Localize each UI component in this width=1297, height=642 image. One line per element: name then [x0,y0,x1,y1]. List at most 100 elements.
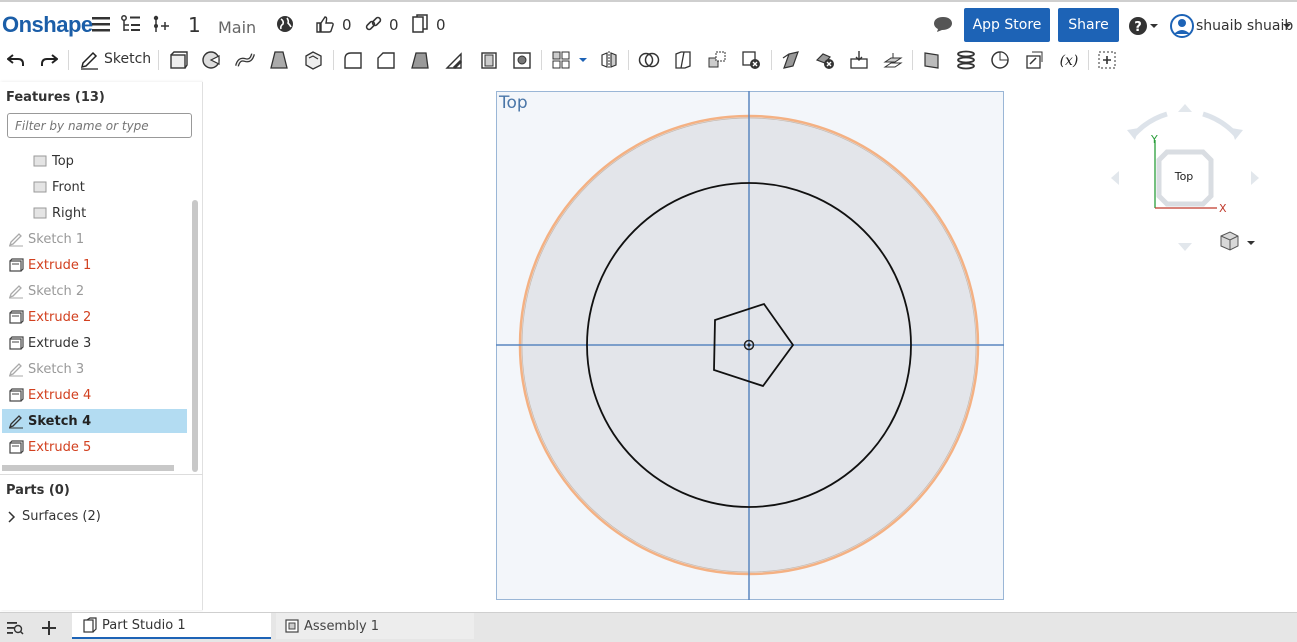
redo-icon[interactable] [38,49,60,71]
feature-row-right[interactable]: Right [2,201,187,225]
sketch-button-label[interactable]: Sketch [104,51,151,67]
axis-y-label: Y [1150,133,1158,146]
axis-x-label: X [1219,202,1227,215]
chamfer-icon[interactable] [375,49,397,71]
feature-list-horizontal-scrollbar[interactable] [2,465,174,471]
copy-icon[interactable] [410,14,430,34]
import-derived-icon[interactable] [1023,49,1045,71]
link-icon[interactable] [364,14,384,34]
feature-label: Extrude 3 [28,335,92,351]
origin-dot [747,343,751,347]
feature-row-extrude-4[interactable]: Extrude 4 [2,383,187,407]
feature-label: Extrude 1 [28,257,92,273]
plane-icon [32,205,48,221]
rotate-arc-right-icon[interactable] [1202,111,1239,138]
onshape-logo[interactable]: Onshape [2,12,93,38]
feature-row-extrude-2[interactable]: Extrude 2 [2,305,187,329]
feature-row-sketch-3[interactable]: Sketch 3 [2,357,187,381]
view-down-icon[interactable] [1178,243,1192,251]
feature-label: Extrude 5 [28,439,92,455]
variable-icon[interactable]: (x) [1056,49,1082,71]
chevron-right-icon[interactable] [8,510,16,523]
mirror-icon[interactable] [598,49,620,71]
pattern-icon[interactable] [550,49,572,71]
tab-manager-icon[interactable] [4,617,26,639]
sketch-icon [8,231,24,247]
view-up-icon[interactable] [1178,104,1192,112]
share-button[interactable]: Share [1058,8,1119,42]
sketch-geometry[interactable] [496,91,1004,600]
feature-row-sketch-4[interactable]: Sketch 4 [2,409,187,433]
avatar[interactable] [1170,14,1194,38]
feature-row-sketch-2[interactable]: Sketch 2 [2,279,187,303]
shell-icon[interactable] [478,49,500,71]
add-tab-icon[interactable] [38,617,60,639]
transform-icon[interactable] [706,49,728,71]
fillet-icon[interactable] [342,49,364,71]
help-icon[interactable]: ? [1127,16,1159,36]
view-options-cube-icon[interactable] [1220,231,1255,251]
boolean-icon[interactable] [638,49,660,71]
plane-icon [32,153,48,169]
revolve-icon[interactable] [200,49,222,71]
feature-row-top[interactable]: Top [2,149,187,173]
split-icon[interactable] [672,49,694,71]
tab-part-studio-1[interactable]: Part Studio 1 [72,613,271,639]
feature-label: Extrude 2 [28,309,92,325]
feature-row-sketch-1[interactable]: Sketch 1 [2,227,187,251]
sketch-pencil-icon[interactable] [78,49,100,71]
tab-label: Assembly 1 [304,618,380,634]
app-store-button[interactable]: App Store [964,8,1050,42]
draft-icon[interactable] [409,49,431,71]
chevron-down-icon[interactable] [1280,16,1294,36]
like-icon[interactable] [315,14,335,34]
svg-text:(x): (x) [1060,53,1079,69]
feature-list-scrollbar[interactable] [192,200,198,472]
surfaces-group[interactable]: Surfaces (2) [8,509,101,524]
like-count: 0 [342,16,352,34]
move-face-icon[interactable] [780,49,802,71]
view-left-icon[interactable] [1111,171,1119,185]
branch-name[interactable]: Main [218,18,256,37]
offset-surface-icon[interactable] [882,49,904,71]
feature-panel: Features (13) Top Front Right Sketch 1 E… [0,82,203,610]
feature-label: Sketch 1 [28,231,85,247]
feature-row-extrude-5[interactable]: Extrude 5 [2,435,187,459]
pattern-dropdown-icon[interactable] [576,49,590,71]
top-bar: Onshape 1 Main 0 0 0 App Store Share ? s… [0,0,1297,46]
sweep-icon[interactable] [234,49,256,71]
mate-connector-icon[interactable] [989,49,1011,71]
toolbar-divider [912,50,913,70]
replace-face-icon[interactable] [848,49,870,71]
thicken-icon[interactable] [302,49,324,71]
delete-part-icon[interactable] [740,49,762,71]
extrude-icon[interactable] [167,49,189,71]
loft-icon[interactable] [268,49,290,71]
feature-row-front[interactable]: Front [2,175,187,199]
feature-filter-input[interactable] [7,113,192,138]
view-cube-face-label: Top [1174,170,1194,183]
feature-list-icon[interactable] [121,14,141,34]
menu-icon[interactable] [91,14,111,34]
plane-icon[interactable] [921,49,943,71]
feature-row-extrude-1[interactable]: Extrude 1 [2,253,187,277]
rib-icon[interactable] [443,49,465,71]
rotate-arc-left-icon[interactable] [1131,111,1168,138]
feature-list: Top Front Right Sketch 1 Extrude 1 Sketc… [0,144,195,464]
tab-assembly-1[interactable]: Assembly 1 [276,613,474,639]
toolbar-divider [541,50,542,70]
undo-icon[interactable] [5,49,27,71]
view-right-icon[interactable] [1251,171,1259,185]
version-graph-icon[interactable] [151,14,171,34]
globe-icon[interactable] [275,14,295,34]
comment-icon[interactable] [933,14,953,34]
feature-row-extrude-3[interactable]: Extrude 3 [2,331,187,355]
add-custom-feature-icon[interactable] [1096,49,1118,71]
panel-divider[interactable] [0,474,203,475]
extrude-icon [8,335,24,351]
delete-face-icon[interactable] [814,49,836,71]
user-name[interactable]: shuaib shuaib [1196,18,1293,34]
toolbar-divider [771,50,772,70]
hole-icon[interactable] [511,49,533,71]
helix-icon[interactable] [955,49,977,71]
